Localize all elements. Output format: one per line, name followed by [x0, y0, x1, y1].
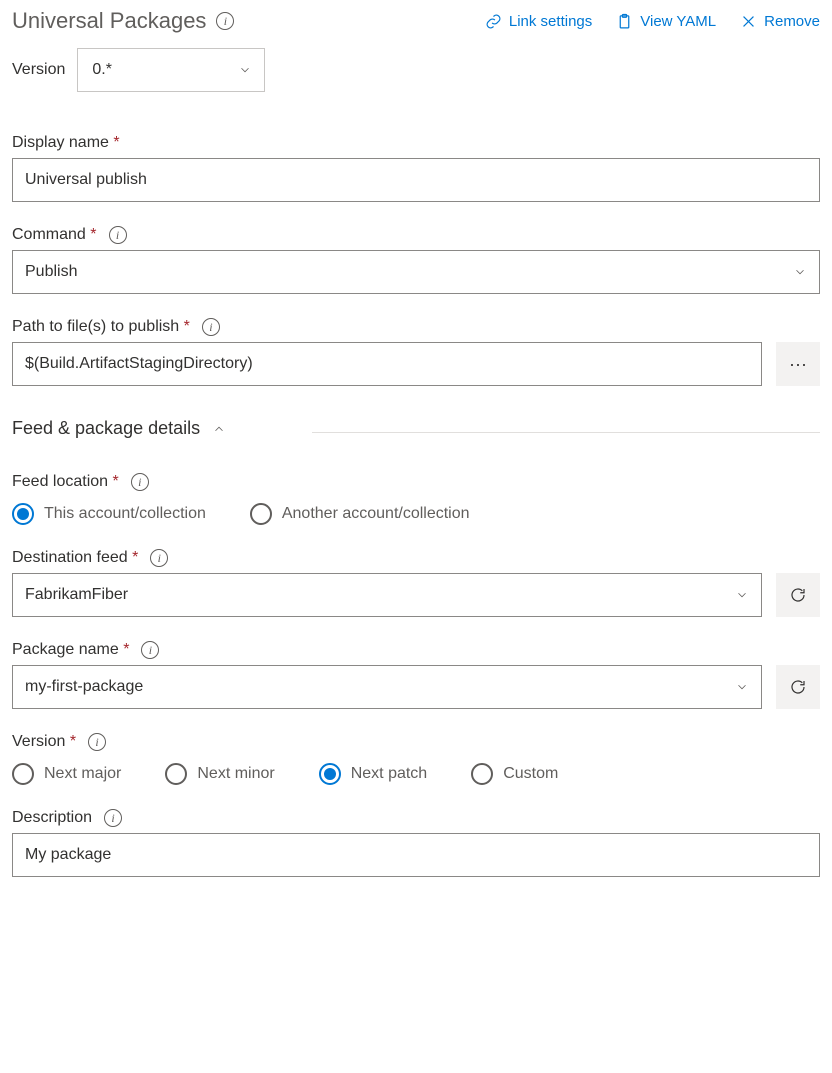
version-radio-custom[interactable]: Custom [471, 763, 558, 785]
remove-button[interactable]: Remove [740, 13, 820, 30]
chevron-down-icon [735, 680, 749, 694]
version-radio-patch[interactable]: Next patch [319, 763, 427, 785]
radio-icon [250, 503, 272, 525]
pkg-version-label: Version * i [12, 733, 820, 751]
refresh-destination-feed-button[interactable] [776, 573, 820, 617]
view-yaml-label: View YAML [640, 13, 716, 30]
info-icon[interactable]: i [141, 641, 159, 659]
description-input[interactable] [12, 833, 820, 877]
version-dropdown[interactable]: 0.* [77, 48, 265, 92]
clipboard-icon [616, 13, 633, 30]
display-name-input[interactable] [12, 158, 820, 202]
destination-feed-dropdown[interactable]: FabrikamFiber [12, 573, 762, 617]
refresh-icon [789, 586, 807, 604]
chevron-down-icon [793, 265, 807, 279]
display-name-label: Display name * [12, 134, 820, 152]
section-title: Feed & package details [12, 418, 200, 439]
chevron-down-icon [735, 588, 749, 602]
chevron-up-icon [212, 422, 226, 436]
link-settings-button[interactable]: Link settings [485, 13, 592, 30]
info-icon[interactable]: i [150, 549, 168, 567]
path-label: Path to file(s) to publish * i [12, 318, 820, 336]
info-icon[interactable]: i [202, 318, 220, 336]
description-label: Description i [12, 809, 820, 827]
refresh-package-name-button[interactable] [776, 665, 820, 709]
version-value: 0.* [92, 61, 112, 79]
version-radio-minor[interactable]: Next minor [165, 763, 274, 785]
version-label: Version [12, 61, 65, 79]
package-name-value: my-first-package [25, 678, 143, 696]
link-settings-label: Link settings [509, 13, 592, 30]
link-icon [485, 13, 502, 30]
browse-button[interactable]: ··· [776, 342, 820, 386]
info-icon[interactable]: i [104, 809, 122, 827]
feed-location-radio-this[interactable]: This account/collection [12, 503, 206, 525]
close-icon [740, 13, 757, 30]
remove-label: Remove [764, 13, 820, 30]
info-icon[interactable]: i [131, 473, 149, 491]
feed-location-radio-another[interactable]: Another account/collection [250, 503, 470, 525]
radio-icon [12, 503, 34, 525]
destination-feed-label: Destination feed * i [12, 549, 820, 567]
command-dropdown[interactable]: Publish [12, 250, 820, 294]
more-icon: ··· [789, 354, 807, 375]
info-icon[interactable]: i [109, 226, 127, 244]
command-label: Command * i [12, 226, 820, 244]
radio-icon [165, 763, 187, 785]
task-title: Universal Packages [12, 8, 206, 34]
info-icon[interactable]: i [88, 733, 106, 751]
version-radio-major[interactable]: Next major [12, 763, 121, 785]
view-yaml-button[interactable]: View YAML [616, 13, 716, 30]
radio-icon [12, 763, 34, 785]
chevron-down-icon [238, 63, 252, 77]
path-input[interactable] [12, 342, 762, 386]
task-header: Universal Packages i Link settings View … [12, 8, 820, 34]
command-value: Publish [25, 263, 77, 281]
section-header-feed-details[interactable]: Feed & package details [12, 418, 820, 447]
info-icon[interactable]: i [216, 12, 234, 30]
radio-icon [319, 763, 341, 785]
header-actions: Link settings View YAML Remove [485, 13, 820, 30]
divider [312, 432, 820, 433]
package-name-dropdown[interactable]: my-first-package [12, 665, 762, 709]
destination-feed-value: FabrikamFiber [25, 586, 128, 604]
feed-location-label: Feed location * i [12, 473, 820, 491]
package-name-label: Package name * i [12, 641, 820, 659]
refresh-icon [789, 678, 807, 696]
radio-icon [471, 763, 493, 785]
